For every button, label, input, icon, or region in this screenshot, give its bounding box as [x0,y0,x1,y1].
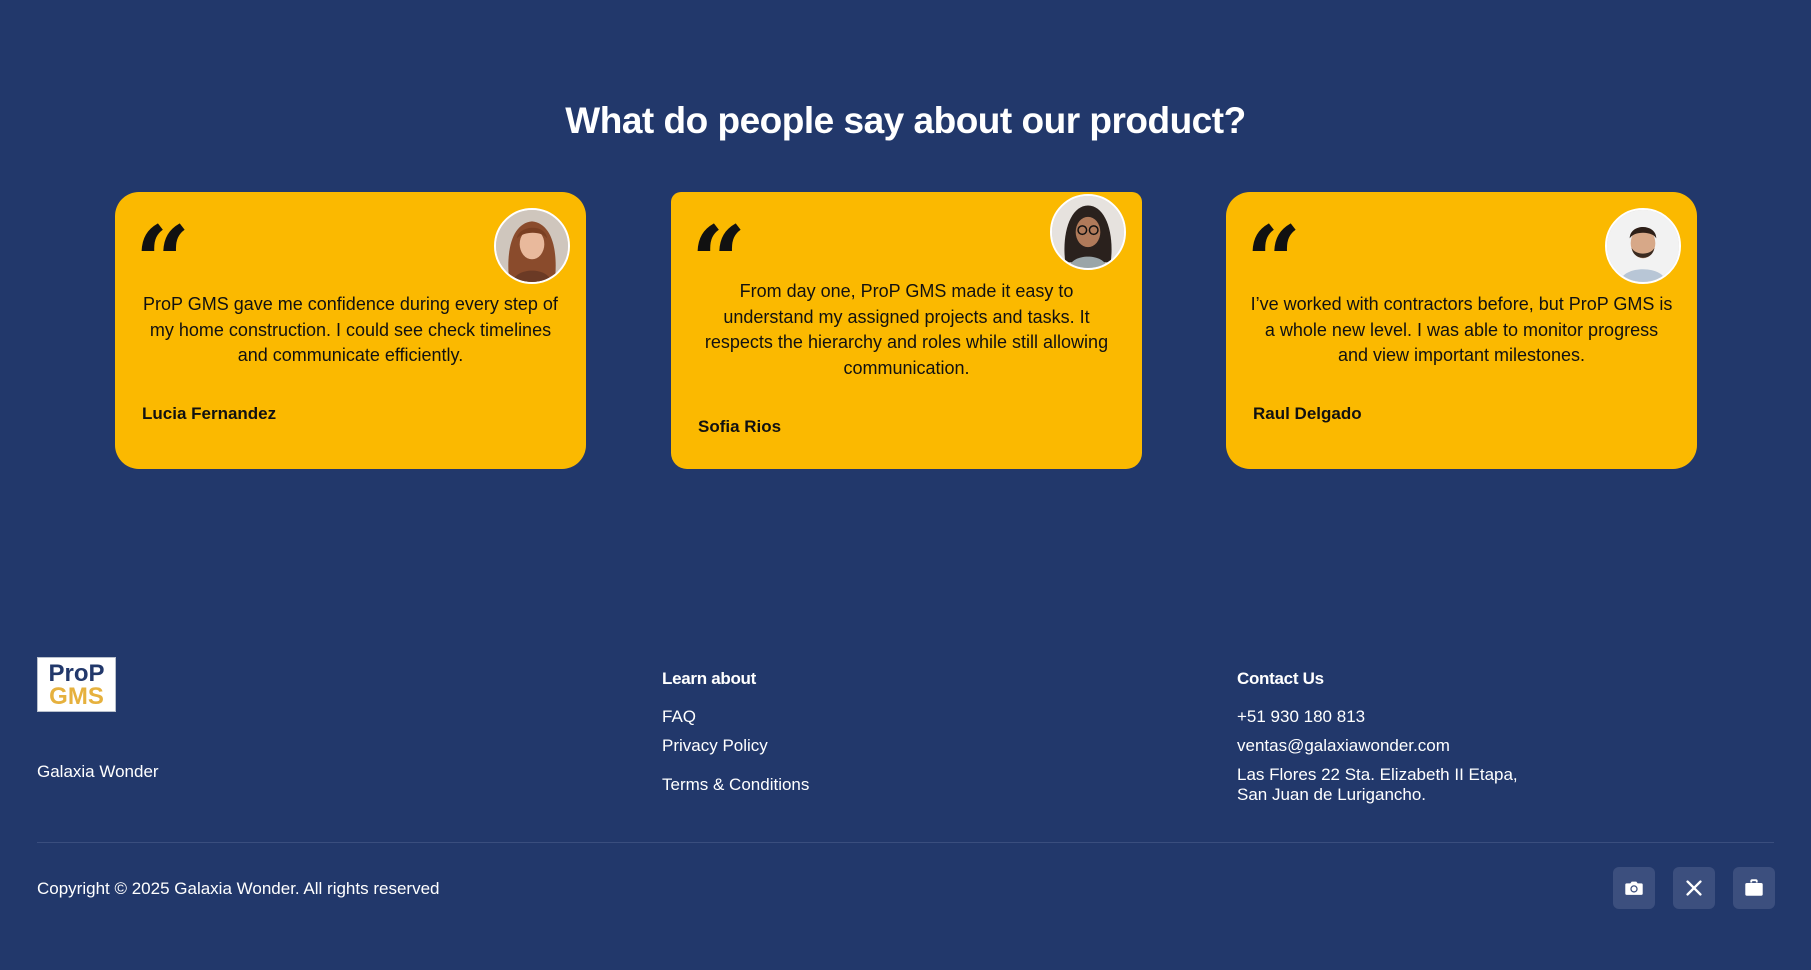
man-avatar-icon [1605,208,1681,284]
privacy-policy-link[interactable]: Privacy Policy [662,736,768,756]
address-line-2: San Juan de Lurigancho. [1237,785,1427,804]
prop-gms-logo[interactable]: ProP GMS [37,657,116,712]
testimonial-text: ProP GMS gave me confidence during every… [143,294,558,365]
brand-name: Galaxia Wonder [37,762,159,781]
page: What do people say about our product? “ … [0,0,1811,970]
woman-avatar-icon [494,208,570,284]
testimonial-author: Lucia Fernandez [142,404,277,423]
quote-icon: “ [691,214,747,284]
copyright-text: Copyright © 2025 Galaxia Wonder. All rig… [37,879,440,898]
email-link[interactable]: ventas@galaxiawonder.com [1237,736,1450,756]
logo-line-2: GMS [49,683,104,710]
testimonial-author: Sofia Rios [698,417,782,436]
woman-glasses-avatar-icon [1050,194,1126,270]
section-title: What do people say about our product? [565,100,1246,141]
faq-link[interactable]: FAQ [662,707,696,727]
briefcase-icon [1745,879,1763,896]
learn-about-heading: Learn about [662,669,756,688]
phone-link[interactable]: +51 930 180 813 [1237,707,1365,727]
testimonial-text: From day one, ProP GMS made it easy to u… [704,281,1109,378]
camera-icon [1625,881,1643,895]
testimonial-card: “ From day one, ProP GMS made it easy to… [671,192,1142,469]
x-social-button[interactable] [1673,867,1715,909]
address-line-1: Las Flores 22 Sta. Elizabeth II Etapa, [1237,765,1518,784]
x-icon [1686,880,1702,896]
terms-conditions-link[interactable]: Terms & Conditions [662,775,809,795]
contact-us-heading: Contact Us [1237,669,1324,688]
testimonial-author: Raul Delgado [1253,404,1362,423]
camera-social-button[interactable] [1613,867,1655,909]
testimonial-card: “ I’ve worked with contractors before, b… [1226,192,1697,469]
briefcase-social-button[interactable] [1733,867,1775,909]
footer-divider [37,842,1774,843]
quote-icon: “ [135,214,191,284]
testimonial-card: “ ProP GMS gave me confidence during eve… [115,192,586,469]
logo-line-1: ProP [48,660,105,687]
testimonial-text: I’ve worked with contractors before, but… [1250,294,1673,365]
quote-icon: “ [1246,214,1302,284]
